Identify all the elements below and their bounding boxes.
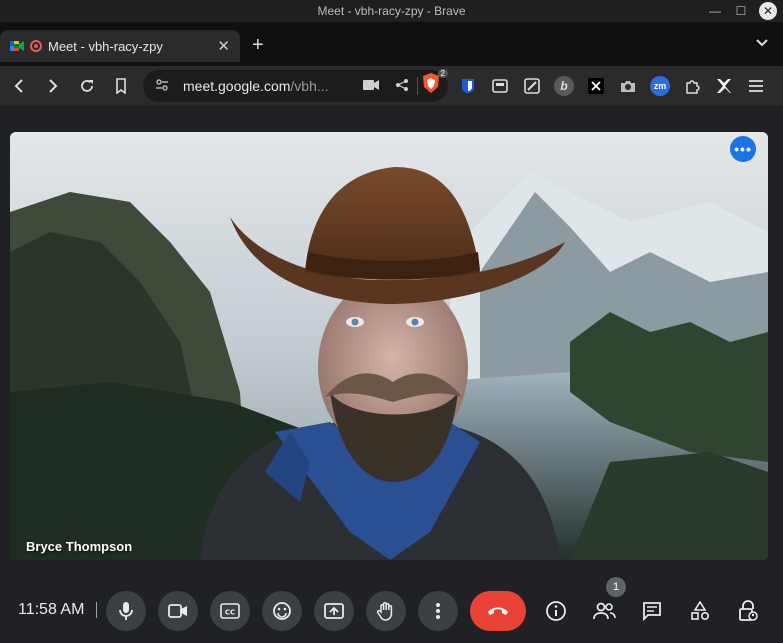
zm-icon[interactable]: zm [650,76,670,96]
video-frame-image [10,132,768,560]
recording-indicator-icon [30,40,42,52]
google-meet-icon [10,41,24,51]
participants-count-badge: 1 [606,577,626,597]
browser-menu-icon[interactable] [746,76,766,96]
url-host: meet.google.com [183,78,291,94]
bookmark-icon[interactable] [104,70,138,102]
host-controls-button[interactable] [732,595,764,627]
closed-captions-icon: CC [220,603,240,619]
present-screen-button[interactable] [314,591,354,631]
url-text: meet.google.com/vbh... [183,78,355,94]
site-settings-icon[interactable] [155,78,169,95]
brave-shields-count: 2 [437,69,448,78]
tab-close-icon[interactable]: ✕ [217,37,230,55]
share-icon[interactable] [395,78,409,95]
bitwarden-icon[interactable] [458,76,478,96]
new-tab-icon[interactable]: + [252,34,264,57]
tab-strip: Meet - vbh-racy-zpy ✕ + [0,22,783,66]
present-to-all-icon [324,603,344,619]
tab-search-chevron-icon[interactable] [755,36,769,51]
videocam-icon [168,604,187,618]
microphone-button[interactable] [106,591,146,631]
microphone-icon [119,602,133,620]
chat-icon [643,602,661,621]
maximize-icon[interactable]: ☐ [733,4,749,18]
raise-hand-button[interactable] [366,591,406,631]
shapes-icon [691,601,710,621]
captions-button[interactable]: CC [210,591,250,631]
tab-meet[interactable]: Meet - vbh-racy-zpy ✕ [0,30,240,62]
lock-person-icon [739,600,758,621]
meeting-details-button[interactable] [540,595,572,627]
window-title: Meet - vbh-racy-zpy - Brave [317,4,466,18]
svg-text:CC: CC [225,609,235,617]
tab-title: Meet - vbh-racy-zpy [48,38,163,54]
close-window-icon[interactable]: ✕ [759,2,777,20]
people-icon [593,602,616,620]
clock-divider [96,602,97,618]
address-bar[interactable]: meet.google.com/vbh... [143,70,448,102]
b-icon[interactable]: b [554,76,574,96]
sparkle-icon[interactable] [714,76,734,96]
camera-icon[interactable] [618,76,638,96]
window-controls: — ☐ ✕ [707,2,777,20]
leave-call-button[interactable] [470,591,526,631]
hand-icon [377,602,393,621]
tile-more-options-button[interactable]: ••• [730,136,756,162]
info-icon [546,601,566,621]
meeting-stage: ••• Bryce Thompson [0,106,783,563]
activities-button[interactable] [684,595,716,627]
camera-button[interactable] [158,591,198,631]
call-end-icon [488,607,508,615]
meeting-clock: 11:58 AM [18,601,85,618]
brave-shields-icon[interactable]: 2 [420,69,448,94]
url-path: /vbh... [290,78,329,94]
extensions-bar: b zm [458,66,766,106]
reload-icon[interactable] [70,70,104,102]
people-button[interactable] [588,595,620,627]
browser-toolbar: meet.google.com/vbh... 2 b zm [0,66,783,106]
chat-button[interactable] [636,595,668,627]
participant-video-tile[interactable]: ••• Bryce Thompson [10,132,768,560]
x-icon[interactable] [586,76,606,96]
edit-icon[interactable] [522,76,542,96]
reader-icon[interactable] [490,76,510,96]
participant-name-label: Bryce Thompson [26,539,133,554]
reactions-button[interactable] [262,591,302,631]
back-icon[interactable] [2,70,36,102]
more-options-button[interactable] [418,591,458,631]
camera-in-use-icon[interactable] [363,79,379,94]
forward-icon[interactable] [36,70,70,102]
window-titlebar: Meet - vbh-racy-zpy - Brave — ☐ ✕ [0,0,783,22]
emoji-icon [273,602,291,620]
minimize-icon[interactable]: — [707,4,723,18]
more-vert-icon [436,603,440,619]
meeting-controls-bar: 11:58 AM CC 1 [0,573,783,643]
url-divider [417,77,418,95]
puzzle-icon[interactable] [682,76,702,96]
